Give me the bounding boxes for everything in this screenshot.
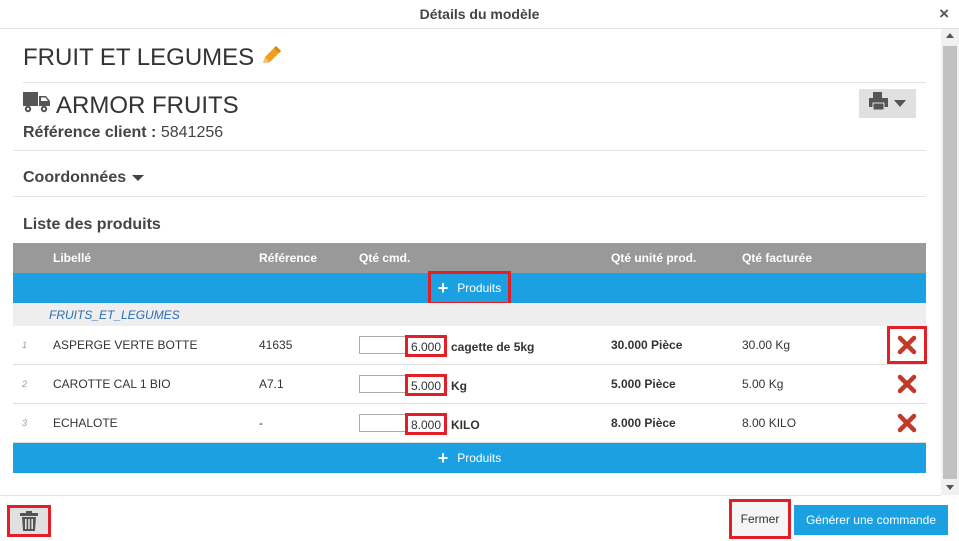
delete-row-button[interactable] (896, 373, 918, 395)
supplier-name: ARMOR FRUITS (56, 91, 239, 119)
delete-row-button[interactable] (896, 412, 918, 434)
coordinates-toggle[interactable]: Coordonnées (23, 169, 145, 187)
invoiced-quantity: 30.00 Kg (742, 338, 791, 352)
supplier-header: ARMOR FRUITS (23, 90, 239, 121)
quantity-input[interactable] (359, 336, 407, 354)
divider (13, 196, 926, 197)
quantity-input[interactable] (359, 414, 407, 432)
delete-x-icon (897, 335, 917, 355)
generate-order-button[interactable]: Générer une commande (794, 505, 948, 535)
product-label: CAROTTE CAL 1 BIO (53, 377, 171, 391)
col-qty-prod: Qté unité prod. (611, 251, 697, 265)
table-row: 3 ECHALOTE - 8.000 KILO 8.000 Pièce 8.00… (13, 404, 926, 443)
dialog-title: Détails du modèle (419, 6, 540, 22)
delete-x-icon (897, 413, 917, 433)
table-row: 2 CAROTTE CAL 1 BIO A7.1 5.000 Kg 5.000 … (13, 365, 926, 404)
col-qty-cmd: Qté cmd. (359, 251, 411, 265)
plus-icon: + (437, 278, 449, 298)
add-products-button-top[interactable]: + Produits (427, 271, 512, 305)
scroll-down-icon[interactable] (946, 485, 954, 490)
product-label: ASPERGE VERTE BOTTE (53, 338, 198, 352)
model-name: FRUIT ET LEGUMES (23, 44, 255, 71)
divider (13, 150, 926, 151)
model-details-dialog: Détails du modèle × FRUIT ET LEGUMES ARM… (0, 0, 959, 541)
add-products-button-bottom[interactable]: + Produits (13, 443, 926, 473)
product-reference: 41635 (259, 338, 293, 352)
pencil-icon[interactable] (261, 44, 283, 72)
quantity-value[interactable]: 5.000 (405, 374, 448, 396)
product-label: ECHALOTE (53, 416, 118, 430)
print-icon (869, 92, 889, 115)
quantity-value[interactable]: 8.000 (405, 413, 448, 435)
client-reference: Référence client : 5841256 (23, 124, 223, 142)
add-products-label: Produits (457, 281, 502, 295)
col-reference: Référence (259, 251, 318, 265)
quantity-value[interactable]: 6.000 (405, 335, 448, 357)
order-unit: cagette de 5kg (451, 340, 535, 354)
invoiced-quantity: 8.00 KILO (742, 416, 797, 430)
divider (23, 82, 926, 83)
order-unit: Kg (451, 379, 467, 393)
production-quantity: 8.000 Pièce (611, 416, 676, 430)
product-reference: A7.1 (259, 377, 284, 391)
add-products-bar-top: + Produits (13, 271, 926, 305)
close-icon[interactable]: × (939, 5, 949, 22)
coordinates-label: Coordonnées (23, 169, 127, 186)
production-quantity: 5.000 Pièce (611, 377, 676, 391)
table-header: Libellé Référence Qté cmd. Qté unité pro… (13, 243, 926, 273)
vertical-scrollbar[interactable] (941, 29, 959, 495)
table-row: 1 ASPERGE VERTE BOTTE 41635 6.000 cagett… (13, 326, 927, 365)
add-products-label: Produits (457, 451, 502, 465)
plus-icon: + (437, 448, 449, 468)
truck-icon (23, 90, 51, 121)
row-number: 3 (22, 418, 28, 428)
products-list-heading: Liste des produits (23, 216, 161, 233)
scroll-up-icon[interactable] (946, 33, 954, 38)
print-menu-button[interactable] (859, 89, 916, 118)
delete-x-icon (897, 374, 917, 394)
close-button[interactable]: Fermer (729, 499, 791, 539)
caret-down-icon (132, 175, 145, 181)
delete-row-button[interactable] (887, 326, 927, 364)
quantity-input[interactable] (359, 375, 407, 393)
production-quantity: 30.000 Pièce (611, 338, 683, 352)
product-group-row: FRUITS_ET_LEGUMES (13, 303, 926, 326)
scrollbar-thumb[interactable] (943, 46, 957, 479)
delete-model-button[interactable] (7, 505, 51, 537)
col-qty-fact: Qté facturée (742, 251, 813, 265)
row-number: 2 (22, 379, 28, 389)
chevron-down-icon (894, 100, 906, 107)
client-reference-label: Référence client : (23, 124, 157, 141)
product-reference: - (259, 416, 263, 430)
group-label: FRUITS_ET_LEGUMES (49, 308, 180, 322)
row-number: 1 (22, 340, 28, 350)
model-title: FRUIT ET LEGUMES (23, 44, 283, 72)
invoiced-quantity: 5.00 Kg (742, 377, 784, 391)
col-libelle: Libellé (53, 251, 92, 265)
order-unit: KILO (451, 418, 480, 432)
client-reference-value: 5841256 (160, 124, 224, 141)
dialog-titlebar: Détails du modèle × (0, 0, 959, 29)
trash-icon (20, 511, 38, 531)
